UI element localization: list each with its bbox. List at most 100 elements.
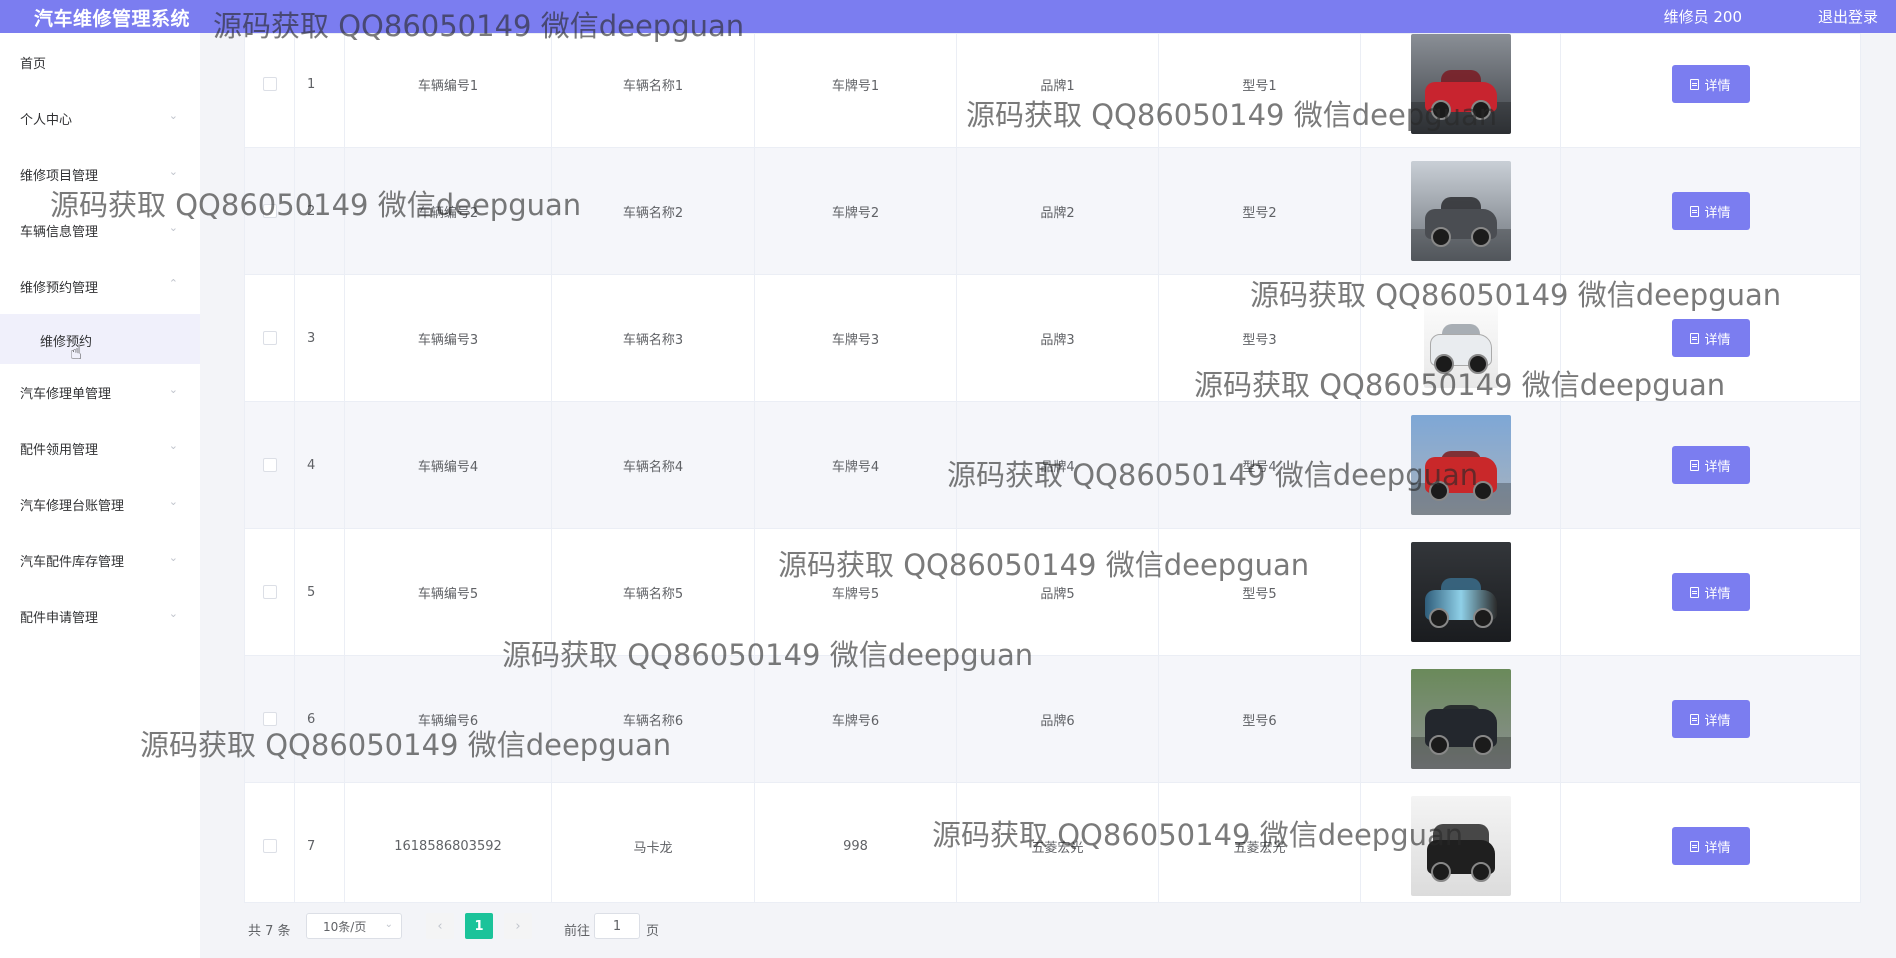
logout-button[interactable]: 退出登录: [1818, 6, 1878, 27]
plate-number: 车牌号3: [755, 275, 957, 401]
wrapped-car-image: [1410, 542, 1511, 642]
plate-number: 车牌号6: [755, 656, 957, 782]
detail-button-label: 详情: [1704, 205, 1731, 221]
goto-page-input[interactable]: 1: [594, 913, 640, 939]
sidebar-item-parts-usage[interactable]: 配件领用管理 ⌄: [0, 427, 200, 467]
row-checkbox-cell: [245, 402, 295, 528]
detail-button-label: 详情: [1704, 840, 1731, 856]
detail-button[interactable]: 详情: [1671, 65, 1750, 103]
red-sports-car-image: [1410, 34, 1511, 134]
sidebar-item-home[interactable]: 首页: [0, 41, 200, 81]
sidebar-item-label: 配件领用管理: [20, 443, 99, 458]
vehicle-image-cell: [1361, 783, 1561, 902]
row-checkbox[interactable]: [262, 204, 277, 218]
table-row: 7 1618586803592 马卡龙 998 五菱宏光 五菱宏光 详情: [245, 783, 1860, 902]
chevron-down-icon: ⌄: [168, 439, 178, 452]
detail-button-label: 详情: [1704, 459, 1731, 475]
goto-label: 前往: [564, 924, 591, 939]
detail-button[interactable]: 详情: [1671, 192, 1750, 230]
sidebar-item-repair-projects[interactable]: 维修项目管理 ⌄: [0, 153, 200, 193]
page-number-1[interactable]: 1: [465, 913, 493, 939]
row-checkbox[interactable]: [262, 458, 277, 472]
operation-cell: 详情: [1561, 656, 1860, 782]
sidebar: 首页 个人中心 ⌄ 维修项目管理 ⌄ 车辆信息管理 ⌄ 维修预约管理 ⌃ 维修预…: [0, 33, 200, 958]
detail-button[interactable]: 详情: [1671, 700, 1750, 738]
row-index: 1: [295, 34, 345, 147]
red-suv-image: [1410, 415, 1511, 515]
row-checkbox[interactable]: [262, 839, 277, 853]
next-page-button[interactable]: ›: [504, 913, 532, 939]
vehicle-brand: 品牌6: [957, 656, 1159, 782]
vehicle-model: 五菱宏光: [1159, 783, 1361, 902]
sidebar-item-label: 车辆信息管理: [20, 225, 99, 240]
detail-button-label: 详情: [1704, 713, 1731, 729]
vehicle-model: 型号5: [1159, 529, 1361, 655]
vehicle-code: 车辆编号5: [345, 529, 552, 655]
black-mini-car-image: [1410, 796, 1511, 896]
detail-button-label: 详情: [1704, 586, 1731, 602]
row-checkbox[interactable]: [262, 77, 277, 91]
sidebar-item-vehicle-info[interactable]: 车辆信息管理 ⌄: [0, 209, 200, 249]
row-checkbox[interactable]: [262, 331, 277, 345]
plate-number: 998: [755, 783, 957, 902]
row-checkbox-cell: [245, 529, 295, 655]
sidebar-item-profile[interactable]: 个人中心 ⌄: [0, 97, 200, 137]
sidebar-item-label: 首页: [20, 57, 47, 72]
current-user: 维修员 200: [1663, 8, 1742, 26]
operation-cell: 详情: [1561, 402, 1860, 528]
vehicle-code: 车辆编号1: [345, 34, 552, 147]
table-row: 3 车辆编号3 车辆名称3 车牌号3 品牌3 型号3 详情: [245, 275, 1860, 402]
vehicle-code: 车辆编号4: [345, 402, 552, 528]
total-count: 共 7 条: [248, 924, 291, 939]
vehicle-model: 型号2: [1159, 148, 1361, 274]
vehicle-code: 车辆编号2: [345, 148, 552, 274]
operation-cell: 详情: [1561, 34, 1860, 147]
detail-button[interactable]: 详情: [1671, 827, 1750, 865]
chevron-down-icon: ⌄: [168, 383, 178, 396]
vehicle-image-cell: [1361, 148, 1561, 274]
vehicle-brand: 品牌2: [957, 148, 1159, 274]
document-icon: [1690, 840, 1700, 852]
vehicle-table: 1 车辆编号1 车辆名称1 车牌号1 品牌1 型号1 详情 2 车辆编号2 车辆…: [244, 33, 1861, 903]
document-icon: [1690, 205, 1700, 217]
vehicle-brand: 品牌5: [957, 529, 1159, 655]
hand-cursor-icon: ☝: [70, 340, 83, 364]
vehicle-name: 车辆名称2: [552, 148, 755, 274]
row-checkbox[interactable]: [262, 712, 277, 726]
detail-button[interactable]: 详情: [1671, 573, 1750, 611]
detail-button-label: 详情: [1704, 332, 1731, 348]
sidebar-item-appointments[interactable]: 维修预约管理 ⌃: [0, 265, 200, 305]
page-size-select[interactable]: 10条/页 ⌄: [306, 913, 402, 939]
row-checkbox[interactable]: [262, 585, 277, 599]
chevron-down-icon: ⌄: [168, 165, 178, 178]
chevron-down-icon: ⌄: [168, 109, 178, 122]
sidebar-item-label: 汽车配件库存管理: [20, 555, 125, 570]
vehicle-model: 型号4: [1159, 402, 1361, 528]
sidebar-item-repair-ledger[interactable]: 汽车修理台账管理 ⌄: [0, 483, 200, 523]
vehicle-name: 车辆名称1: [552, 34, 755, 147]
vehicle-code: 车辆编号6: [345, 656, 552, 782]
sidebar-item-label: 维修预约: [40, 335, 93, 350]
prev-page-button[interactable]: ‹: [426, 913, 454, 939]
detail-button[interactable]: 详情: [1671, 446, 1750, 484]
operation-cell: 详情: [1561, 275, 1860, 401]
grey-muscle-car-image: [1410, 161, 1511, 261]
sidebar-item-parts-requests[interactable]: 配件申请管理 ⌄: [0, 595, 200, 635]
chevron-up-icon: ⌃: [168, 277, 178, 290]
sidebar-item-repair-orders[interactable]: 汽车修理单管理 ⌄: [0, 371, 200, 411]
operation-cell: 详情: [1561, 148, 1860, 274]
sidebar-subitem-appointment[interactable]: 维修预约: [0, 314, 200, 364]
document-icon: [1690, 586, 1700, 598]
table-row: 5 车辆编号5 车辆名称5 车牌号5 品牌5 型号5 详情: [245, 529, 1860, 656]
sidebar-item-parts-inventory[interactable]: 汽车配件库存管理 ⌄: [0, 539, 200, 579]
detail-button[interactable]: 详情: [1671, 319, 1750, 357]
vehicle-name: 车辆名称6: [552, 656, 755, 782]
vehicle-code: 车辆编号3: [345, 275, 552, 401]
chevron-down-icon: ⌄: [168, 607, 178, 620]
row-index: 3: [295, 275, 345, 401]
row-index: 4: [295, 402, 345, 528]
sidebar-item-label: 个人中心: [20, 113, 73, 128]
sidebar-item-label: 汽车修理台账管理: [20, 499, 125, 514]
row-checkbox-cell: [245, 656, 295, 782]
document-icon: [1690, 459, 1700, 471]
